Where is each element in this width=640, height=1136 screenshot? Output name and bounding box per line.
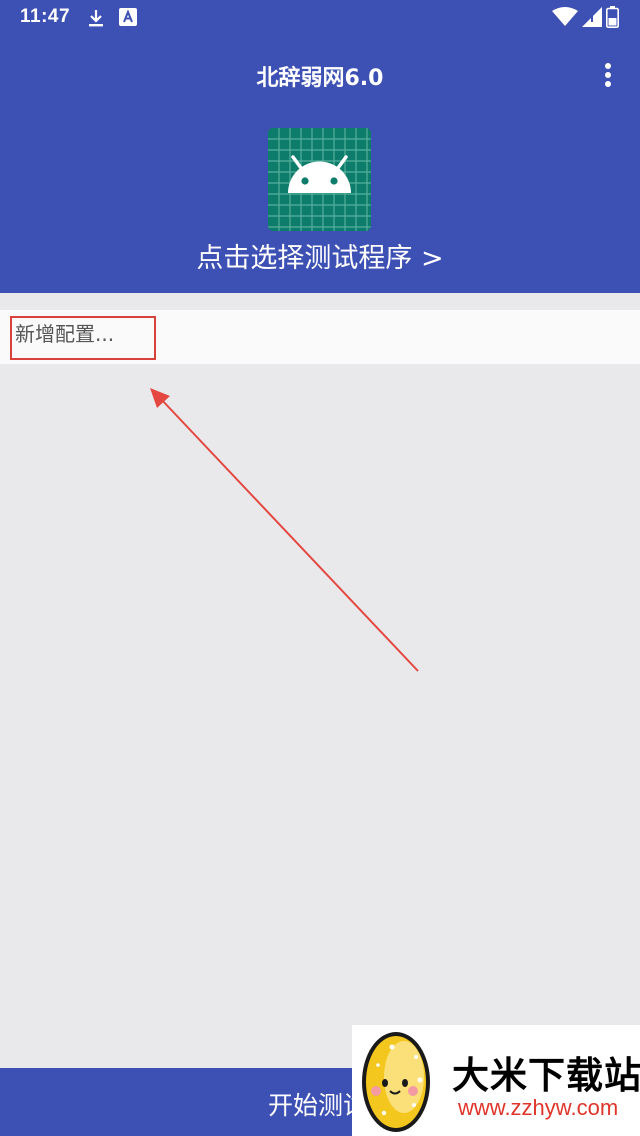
status-time: 11:47: [20, 6, 71, 27]
download-icon: [86, 8, 106, 32]
signal-icon: [582, 7, 602, 31]
annotation-arrow: [150, 388, 419, 672]
watermark-name: 大米下载站: [452, 1054, 640, 1097]
android-robot-icon[interactable]: [268, 128, 371, 231]
wifi-icon: [552, 7, 578, 31]
app-header: 11:47 北辞弱网6.0 点击选择测试程序 >: [0, 0, 640, 293]
egg-mascot-icon: [362, 1032, 430, 1132]
add-config-label[interactable]: 新增配置...: [15, 318, 114, 347]
toolbar-title: 北辞弱网6.0: [256, 66, 384, 91]
watermark-url: www.zzhyw.com: [458, 1095, 619, 1120]
font-app-icon: [119, 8, 137, 30]
watermark: 大米下载站 www.zzhyw.com: [352, 1025, 640, 1136]
battery-icon: [606, 6, 619, 32]
status-bar: 11:47: [0, 0, 640, 36]
add-config-row[interactable]: 新增配置...: [0, 310, 640, 364]
select-test-program-button[interactable]: 点击选择测试程序 >: [0, 236, 640, 275]
more-vert-icon[interactable]: [596, 60, 620, 90]
